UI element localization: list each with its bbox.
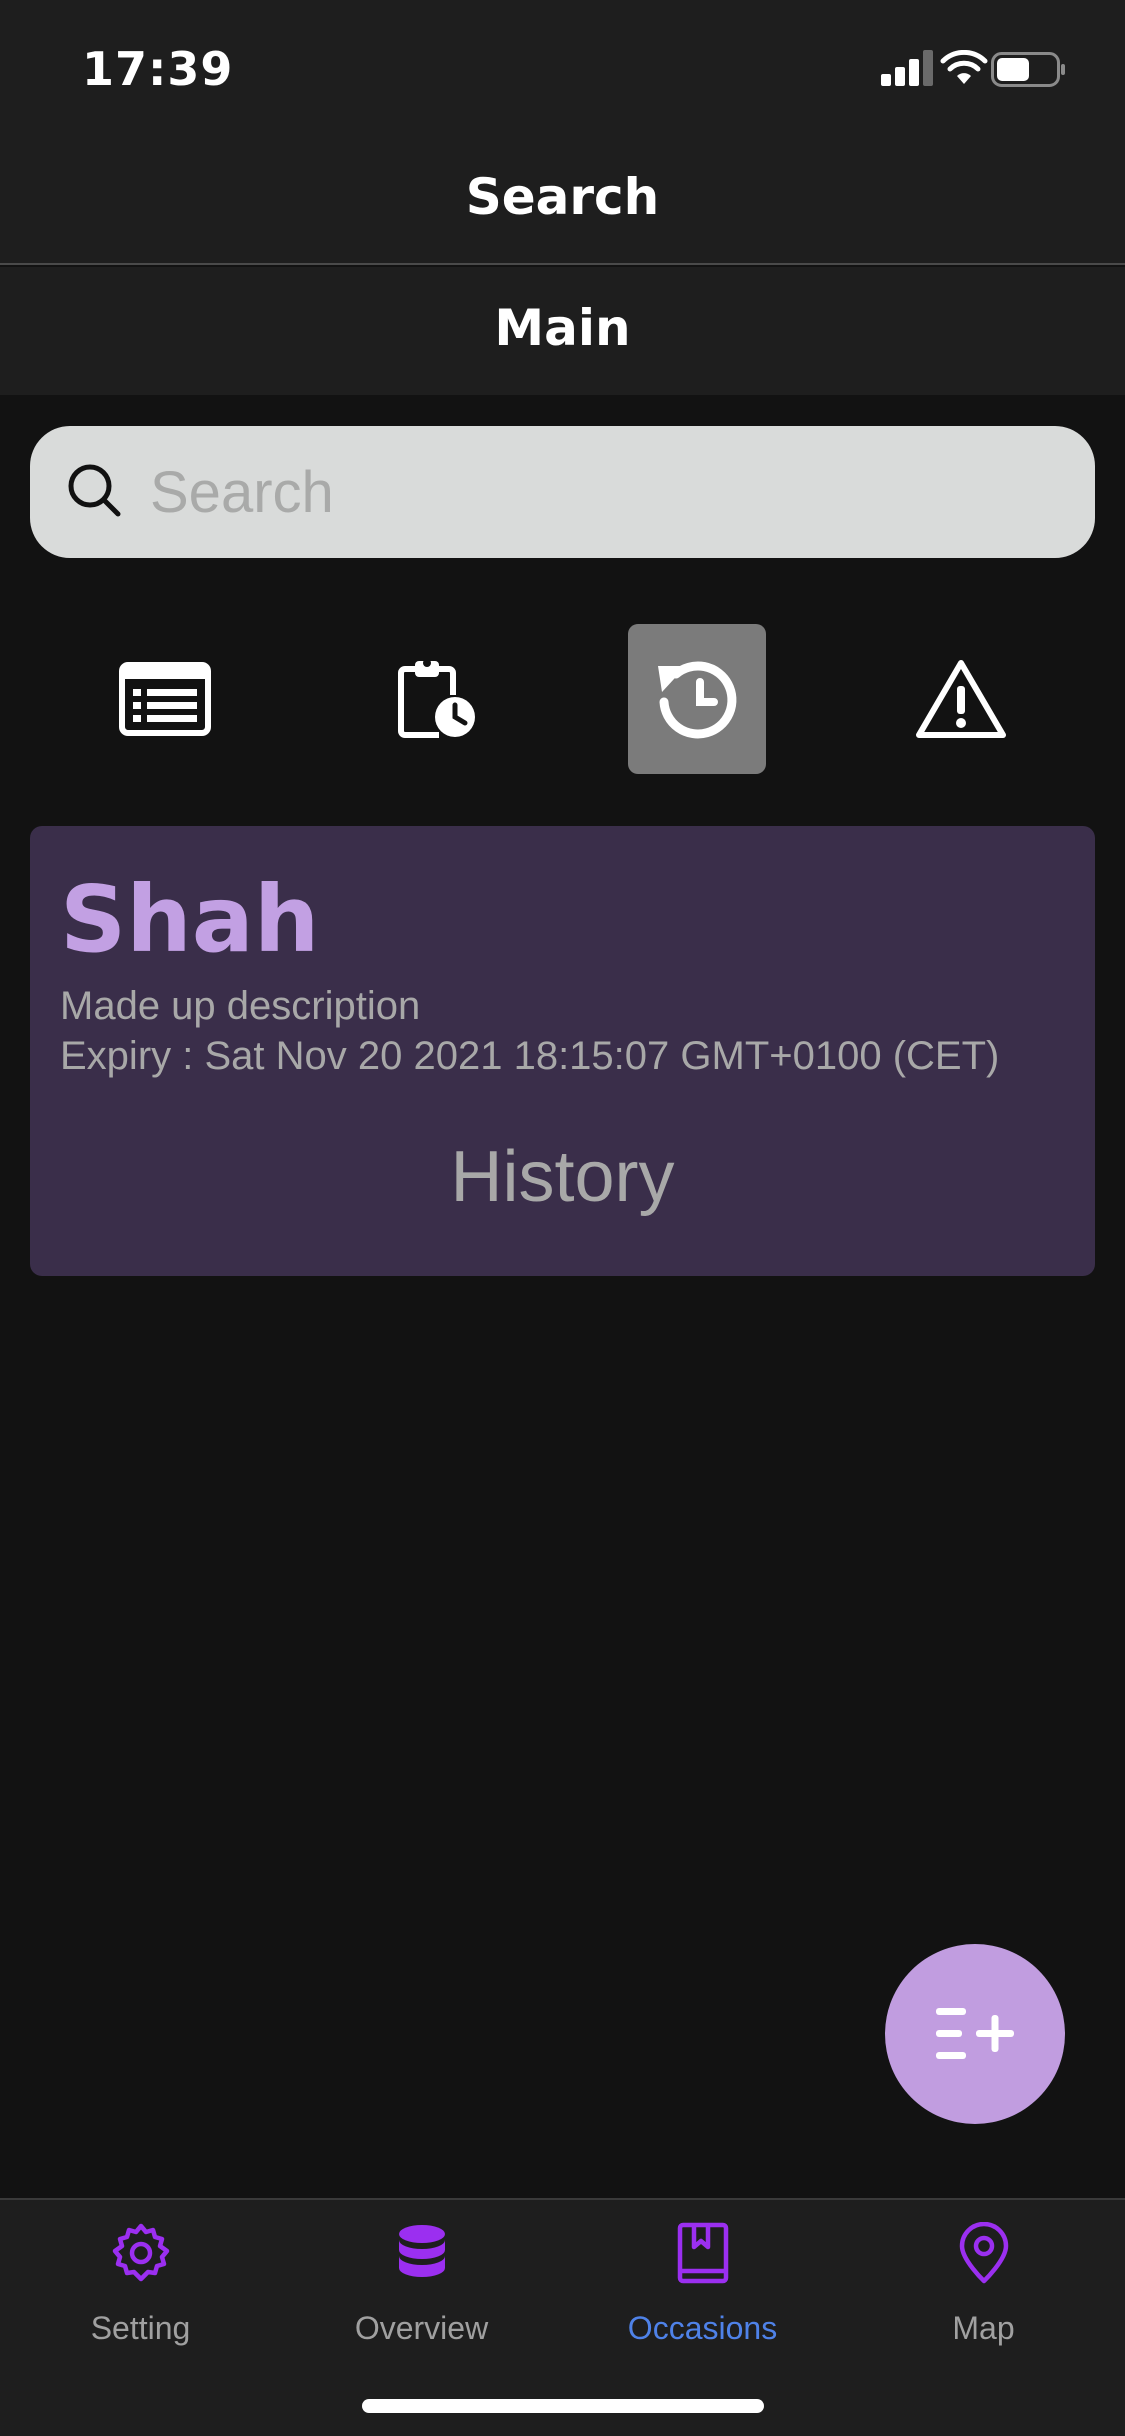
tab-label: Map bbox=[952, 2310, 1015, 2346]
database-icon bbox=[399, 2225, 445, 2277]
filter-warning-button[interactable] bbox=[892, 624, 1030, 774]
occasion-description: Made up description bbox=[60, 984, 421, 1028]
signal-icon bbox=[881, 50, 933, 86]
tab-label: Setting bbox=[90, 2310, 191, 2346]
filter-pending-button[interactable] bbox=[366, 624, 504, 774]
page-title: Search bbox=[465, 168, 660, 226]
bottom-tab-bar: Setting Overview Occasions Map bbox=[0, 2198, 1125, 2436]
subheader-bar: Main bbox=[0, 267, 1125, 395]
filter-list-button[interactable] bbox=[96, 624, 234, 774]
tab-label: Overview bbox=[354, 2310, 489, 2346]
search-box[interactable] bbox=[30, 426, 1095, 558]
tab-setting[interactable]: Setting bbox=[0, 2200, 281, 2370]
tab-occasions[interactable]: Occasions bbox=[562, 2200, 843, 2370]
occasion-title: Shah bbox=[60, 866, 320, 973]
tab-label: Occasions bbox=[627, 2310, 778, 2346]
add-list-icon bbox=[936, 2008, 1014, 2059]
occasion-status-label: History bbox=[450, 1137, 675, 1217]
home-indicator bbox=[362, 2399, 764, 2413]
bookmark-book-icon bbox=[677, 2222, 729, 2284]
section-title: Main bbox=[494, 299, 631, 357]
search-icon bbox=[68, 464, 121, 517]
wifi-icon bbox=[940, 50, 988, 84]
history-icon bbox=[658, 661, 737, 739]
map-pin-icon bbox=[959, 2222, 1009, 2284]
status-bar: 17:39 bbox=[0, 0, 1125, 140]
filter-history-button[interactable] bbox=[628, 624, 766, 774]
status-time: 17:39 bbox=[82, 42, 234, 96]
warning-icon bbox=[916, 660, 1006, 738]
gear-icon bbox=[112, 2223, 170, 2282]
occasion-expiry: Expiry : Sat Nov 20 2021 18:15:07 GMT+01… bbox=[60, 1034, 1000, 1078]
tab-map[interactable]: Map bbox=[843, 2200, 1124, 2370]
battery-icon bbox=[991, 52, 1065, 87]
list-icon bbox=[119, 662, 211, 736]
add-occasion-button[interactable] bbox=[885, 1944, 1065, 2124]
filter-row bbox=[0, 624, 1125, 774]
occasion-card[interactable]: Shah Made up description Expiry : Sat No… bbox=[30, 826, 1095, 1276]
header-bar: Search bbox=[0, 140, 1125, 265]
tab-overview[interactable]: Overview bbox=[281, 2200, 562, 2370]
clipboard-clock-icon bbox=[398, 659, 475, 738]
search-input[interactable] bbox=[150, 456, 1050, 528]
